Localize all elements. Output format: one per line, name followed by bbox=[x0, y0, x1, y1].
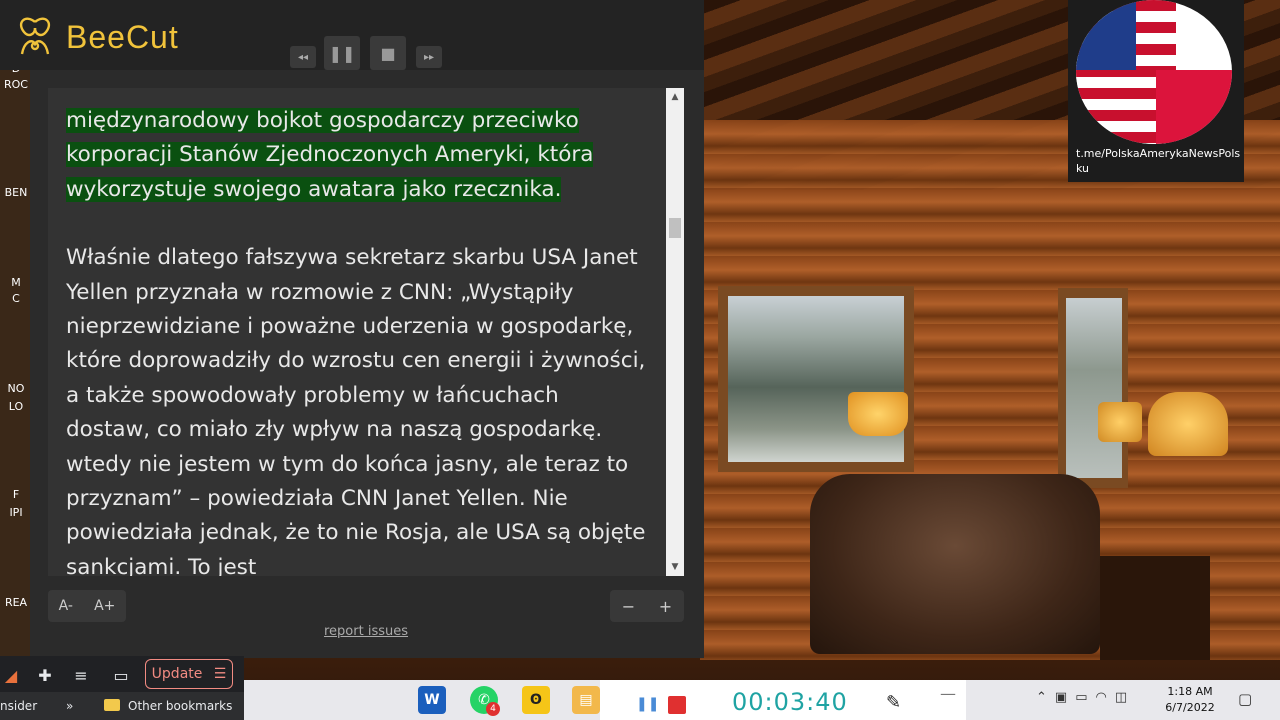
pen-tool-icon[interactable]: ✎ bbox=[886, 692, 901, 713]
clock-date: 6/7/2022 bbox=[1165, 701, 1215, 714]
app-title: BeeCut bbox=[66, 18, 179, 55]
rewind-icon: ◂◂ bbox=[297, 51, 309, 63]
desktop-icon-label[interactable]: F bbox=[0, 488, 32, 501]
highlighted-text: międzynarodowy bojkot gospodarczy przeci… bbox=[66, 108, 594, 202]
reader-paragraph: Właśnie dlatego fałszywa sekretarz skarb… bbox=[66, 245, 646, 576]
zoom-controls: − + bbox=[610, 590, 684, 622]
reading-list-icon[interactable]: ≡ bbox=[70, 664, 92, 686]
font-decrease-button[interactable]: A- bbox=[59, 598, 73, 614]
reader-scrollbar[interactable]: ▲ ▼ bbox=[666, 88, 684, 576]
taskbar-clock[interactable]: 1:18 AM 6/7/2022 bbox=[1160, 684, 1220, 716]
scroll-down-arrow-icon[interactable]: ▼ bbox=[666, 558, 684, 576]
update-button[interactable]: Update ☰ bbox=[145, 659, 233, 689]
word-app-icon[interactable]: W bbox=[418, 686, 446, 714]
desktop-icon-label[interactable]: ROC bbox=[0, 78, 32, 91]
channel-badge: t.me/PolskaAmerykaNewsPolsku bbox=[1068, 0, 1244, 182]
notification-icon[interactable]: ▢ bbox=[1238, 690, 1252, 708]
beecut-header: BeeCut ◂◂ ❚❚ ■ ▸▸ bbox=[0, 0, 704, 70]
forward-button[interactable]: ▸▸ bbox=[416, 46, 442, 68]
recorder-pause-icon[interactable]: ❚❚ bbox=[636, 696, 659, 714]
file-explorer-icon[interactable]: ▤ bbox=[572, 686, 600, 714]
desktop-icon-strip bbox=[0, 60, 32, 660]
battery-icon[interactable]: ▭ bbox=[1075, 690, 1087, 705]
whatsapp-badge: 4 bbox=[486, 702, 500, 716]
recorder-minimize-icon[interactable]: — bbox=[940, 684, 956, 703]
wallpaper-window-right bbox=[1058, 288, 1128, 488]
bookmark-item[interactable]: nsider bbox=[0, 699, 37, 713]
tray-chevron-icon[interactable]: ⌃ bbox=[1036, 690, 1047, 705]
recorder-stop-button[interactable] bbox=[668, 696, 686, 714]
wallet-icon[interactable]: ▭ bbox=[110, 664, 132, 686]
zoom-in-button[interactable]: + bbox=[659, 597, 672, 616]
font-increase-button[interactable]: A+ bbox=[94, 598, 115, 614]
tray-meet-icon[interactable]: ▣ bbox=[1055, 690, 1067, 705]
menu-dots-icon: ☰ bbox=[213, 666, 227, 682]
bee-logo-icon bbox=[19, 17, 51, 55]
stop-button[interactable]: ■ bbox=[370, 36, 406, 70]
bookmarks-bar: nsider » Other bookmarks bbox=[0, 692, 244, 720]
desktop-icon-label[interactable]: M bbox=[0, 276, 32, 289]
scroll-up-arrow-icon[interactable]: ▲ bbox=[666, 88, 684, 106]
recording-timer: 00:03:40 bbox=[732, 688, 848, 716]
reader-text-area[interactable]: międzynarodowy bojkot gospodarczy przeci… bbox=[48, 88, 666, 576]
pause-button[interactable]: ❚❚ bbox=[324, 36, 360, 70]
stop-icon: ■ bbox=[380, 43, 396, 63]
system-tray: ⌃ ▣ ▭ ◠ ◫ bbox=[1036, 690, 1127, 705]
update-label: Update bbox=[151, 666, 203, 682]
wallpaper-lamp bbox=[1098, 402, 1142, 442]
bookmarks-overflow-icon[interactable]: » bbox=[66, 699, 73, 713]
pause-icon: ❚❚ bbox=[328, 43, 356, 63]
font-size-controls: A- A+ bbox=[48, 590, 126, 622]
desktop-icon-label[interactable]: BEN bbox=[0, 186, 32, 199]
folder-icon bbox=[104, 699, 120, 711]
desktop-icon-label[interactable]: C bbox=[0, 292, 32, 305]
volume-icon[interactable]: ◫ bbox=[1115, 690, 1127, 705]
report-issues-link[interactable]: report issues bbox=[324, 624, 408, 639]
wallpaper-side-table bbox=[1100, 556, 1210, 660]
wifi-icon[interactable]: ◠ bbox=[1096, 690, 1107, 705]
beecut-logo: BeeCut bbox=[12, 14, 179, 60]
wallpaper-lamp bbox=[1148, 392, 1228, 456]
desktop-icon-label[interactable]: NO bbox=[0, 382, 32, 395]
zoom-out-button[interactable]: − bbox=[622, 597, 635, 616]
clock-time: 1:18 AM bbox=[1167, 685, 1213, 698]
beecut-app-icon[interactable]: ʘ bbox=[522, 686, 550, 714]
wallpaper-lamp bbox=[848, 392, 908, 436]
rewind-button[interactable]: ◂◂ bbox=[290, 46, 316, 68]
desktop-icon-label[interactable]: LO bbox=[0, 400, 32, 413]
other-bookmarks-folder[interactable]: Other bookmarks bbox=[128, 699, 232, 713]
desktop-icon-label[interactable]: REA bbox=[0, 596, 32, 609]
desktop-icon-label[interactable]: IPI bbox=[0, 506, 32, 519]
wallpaper-window-left bbox=[718, 286, 914, 472]
puzzle-extensions-icon[interactable]: ✚ bbox=[34, 664, 56, 686]
channel-caption: t.me/PolskaAmerykaNewsPolsku bbox=[1076, 147, 1241, 175]
wallpaper-sofa bbox=[810, 474, 1100, 654]
us-poland-flag-icon bbox=[1076, 0, 1232, 144]
scroll-thumb[interactable] bbox=[669, 218, 681, 238]
forward-icon: ▸▸ bbox=[423, 51, 435, 63]
extension-icon[interactable]: ◢ bbox=[0, 664, 22, 686]
